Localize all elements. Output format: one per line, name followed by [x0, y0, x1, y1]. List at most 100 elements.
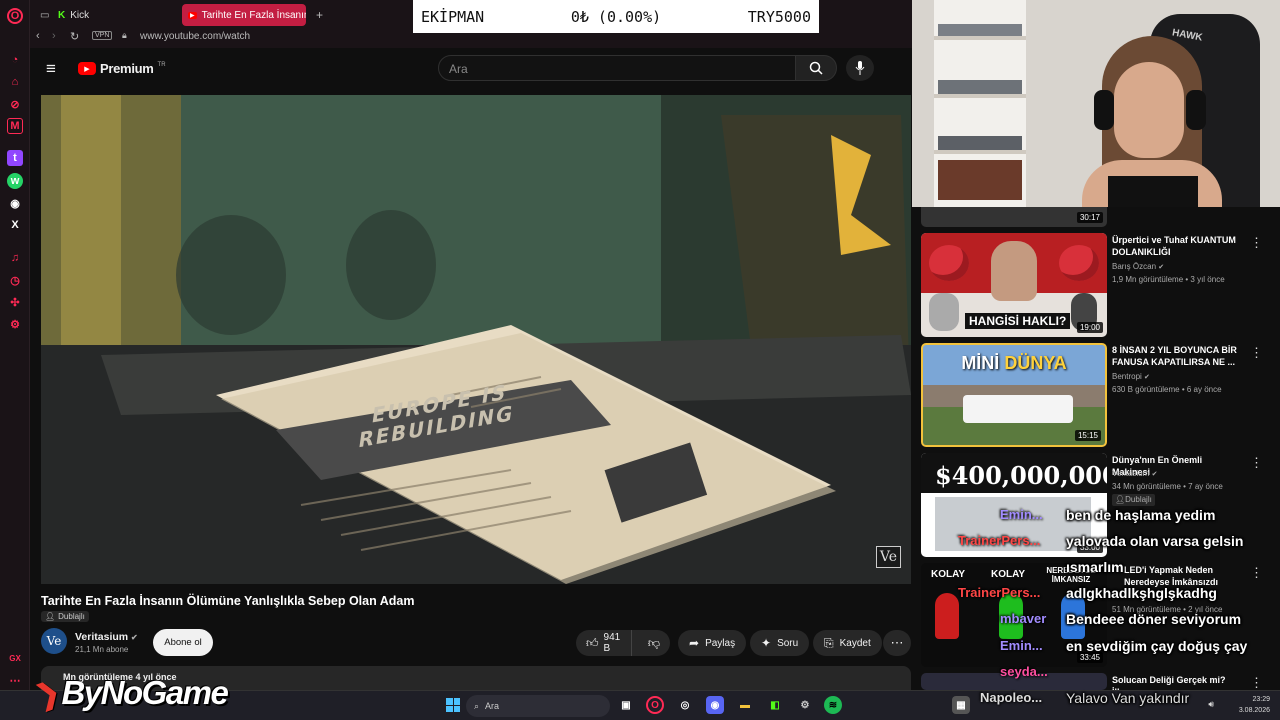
dub-label: Dublajlı — [1125, 495, 1152, 504]
veritasium-watermark[interactable]: Ve — [875, 546, 901, 568]
person-icon: 👤︎ — [45, 612, 56, 621]
opera-gx-taskbar-icon[interactable]: O — [646, 696, 664, 714]
channel-name[interactable]: Veritasium ✔ — [75, 631, 138, 643]
volume-icon[interactable]: 🔊︎ — [1208, 699, 1214, 710]
dub-label: Dublajlı — [58, 612, 85, 621]
like-count: 941 B — [603, 632, 621, 654]
dub-badge: 👤︎ Dublajlı — [41, 611, 89, 622]
steam-icon[interactable]: ◎ — [676, 696, 694, 714]
subscribe-button[interactable]: Abone ol — [153, 629, 213, 656]
person-icon: 👤︎ — [1115, 495, 1126, 504]
whatsapp-icon[interactable]: w — [7, 173, 23, 189]
ask-button[interactable]: ✦ Soru — [750, 630, 810, 656]
rec-menu-3[interactable]: ⋮ — [1250, 456, 1263, 469]
rec-menu-2[interactable]: ⋮ — [1250, 346, 1263, 359]
rec-channel-1[interactable]: Barış Özcan ✔ — [1112, 261, 1164, 274]
taskbar-search-label: Ara — [485, 701, 500, 711]
settings-gear-icon[interactable]: ⚙ — [7, 316, 23, 332]
extensions-icon[interactable]: ✣ — [7, 294, 23, 310]
chat-message: Bendeee döner seviyorum — [1066, 611, 1242, 627]
rec-channel-3[interactable]: Veritasium ✔ — [1112, 468, 1157, 481]
new-tab-button[interactable]: + — [310, 4, 329, 26]
dislike-button[interactable]: 👎︎ — [638, 636, 670, 651]
voice-search-button[interactable] — [846, 55, 874, 81]
gx-corner-icon[interactable]: ⌂ — [7, 74, 23, 90]
youtube-tab-icon: ▶ — [188, 11, 197, 19]
search-input[interactable]: Ara — [438, 55, 796, 81]
app-icon[interactable]: ◧ — [766, 696, 784, 714]
search-button[interactable] — [795, 55, 837, 81]
video-player[interactable]: EUROPE IS REBUILDING Ve — [41, 95, 911, 584]
ask-label: Soru — [777, 637, 799, 649]
back-icon[interactable]: ‹ — [36, 30, 40, 42]
file-explorer-icon[interactable]: ▬ — [736, 696, 754, 714]
bynogame-logo: ❯ ByNoGame — [31, 674, 228, 712]
gx-control-icon[interactable]: ◔ — [7, 52, 23, 68]
kick-icon: K — [58, 9, 66, 21]
vpn-badge[interactable]: VPN — [92, 31, 113, 40]
verified-icon: ✔ — [131, 633, 138, 642]
taskbar-search[interactable]: ⌕ Ara — [466, 695, 610, 717]
thumbnail-text: MİNİ DÜNYA — [923, 353, 1105, 374]
more-dots-icon: ⋯ — [890, 635, 904, 650]
video-frame — [41, 95, 911, 584]
thumbnail-text: $400,000,000 — [935, 461, 1107, 490]
twitch-icon[interactable]: t — [7, 150, 23, 166]
forward-icon[interactable]: › — [52, 30, 56, 42]
youtube-logo[interactable]: ▶ Premium TR — [78, 61, 166, 76]
chat-message: adlgkhadlkşhglşkadhg — [1066, 585, 1217, 601]
more-actions-button[interactable]: ⋯ — [883, 630, 911, 656]
search-icon: ⌕ — [474, 700, 480, 711]
chat-message: Yalavo Van yakındır — [1066, 690, 1190, 706]
discord-icon[interactable]: ◉ — [7, 195, 23, 211]
player-icon[interactable]: M — [7, 118, 23, 134]
like-dislike-group: 👍︎ 941 B 👎︎ — [576, 630, 670, 656]
x-twitter-icon[interactable]: X — [7, 217, 23, 233]
chat-username: Emin... — [1000, 507, 1043, 522]
opera-logo-icon[interactable]: O — [7, 8, 23, 24]
bookmark-icon: ⎘ — [824, 635, 834, 650]
rec-title-2[interactable]: 8 İNSAN 2 YIL BOYUNCA BİR FANUSA KAPATIL… — [1112, 344, 1238, 368]
channel-label: Barış Özcan — [1112, 262, 1157, 271]
like-button[interactable]: 👍︎ 941 B — [576, 630, 632, 656]
save-button[interactable]: ⎘ Kaydet — [813, 630, 882, 656]
history-icon[interactable]: ◷ — [7, 272, 23, 288]
rec-title-1[interactable]: Ürpertici ve Tuhaf KUANTUM DOLANIKLIĞI — [1112, 234, 1238, 258]
channel-avatar[interactable]: Ve — [41, 628, 67, 654]
chat-username: mbaver — [1000, 611, 1047, 626]
chat-message: ben de haşlama yedim — [1066, 507, 1216, 523]
menu-hamburger-icon[interactable]: ≡ — [46, 59, 56, 79]
rec-channel-2[interactable]: Bentropi ✔ — [1112, 371, 1150, 384]
share-icon: ➦ — [689, 636, 700, 650]
screen: O ◔ ⌂ ⊘ M t w ◉ X ♫ ◷ ✣ ⚙ GX ⋯ ▭ K Kick … — [0, 0, 1280, 720]
bynogame-flame-icon: ❯ — [31, 674, 65, 712]
rec-meta-1: 1,9 Mn görüntüleme • 3 yıl önce — [1112, 275, 1225, 284]
rec-thumbnail-2[interactable]: MİNİ DÜNYA 15:15 — [921, 343, 1107, 447]
discord-taskbar-icon[interactable]: ◉ — [706, 696, 724, 714]
clock[interactable]: 23:29 3.08.2026 — [1239, 694, 1270, 716]
tab-kick[interactable]: K Kick — [52, 4, 202, 26]
search-icon — [809, 61, 823, 75]
rec-thumbnail-1[interactable]: HANGİSİ HAKLI? 19:00 — [921, 233, 1107, 337]
share-button[interactable]: ➦ Paylaş — [678, 630, 747, 656]
windows-start-icon[interactable] — [446, 698, 460, 712]
rec-menu-5[interactable]: ⋮ — [1250, 676, 1263, 689]
tab-youtube[interactable]: ▶ Tarihte En Fazla İnsanın Ölü — [182, 4, 306, 26]
rec-thumbnail-0[interactable]: 30:17 — [921, 207, 1107, 227]
music-icon[interactable]: ♫ — [7, 250, 23, 266]
rec-menu-4[interactable]: ⋮ — [1250, 566, 1263, 579]
task-view-icon[interactable]: ▣ — [617, 696, 635, 714]
tray-app-icon[interactable]: ▦ — [952, 696, 970, 714]
settings-taskbar-icon[interactable]: ⚙ — [796, 696, 814, 714]
thumbs-up-icon: 👍︎ — [586, 635, 599, 650]
rec-menu-1[interactable]: ⋮ — [1250, 236, 1263, 249]
url-field[interactable]: www.youtube.com/watch — [140, 31, 250, 42]
rec-dub-badge-3: 👤︎Dublajlı — [1112, 494, 1155, 506]
more-icon[interactable]: ⋯ — [7, 672, 23, 688]
spotify-icon[interactable]: ≋ — [824, 696, 842, 714]
equipment-value: 0₺ (0.00%) — [570, 7, 662, 26]
reload-icon[interactable]: ↻ — [70, 30, 79, 43]
thumb-label-easy-2: KOLAY — [991, 569, 1026, 580]
blocker-icon[interactable]: ⊘ — [7, 96, 23, 112]
date: 3.08.2026 — [1238, 707, 1270, 714]
